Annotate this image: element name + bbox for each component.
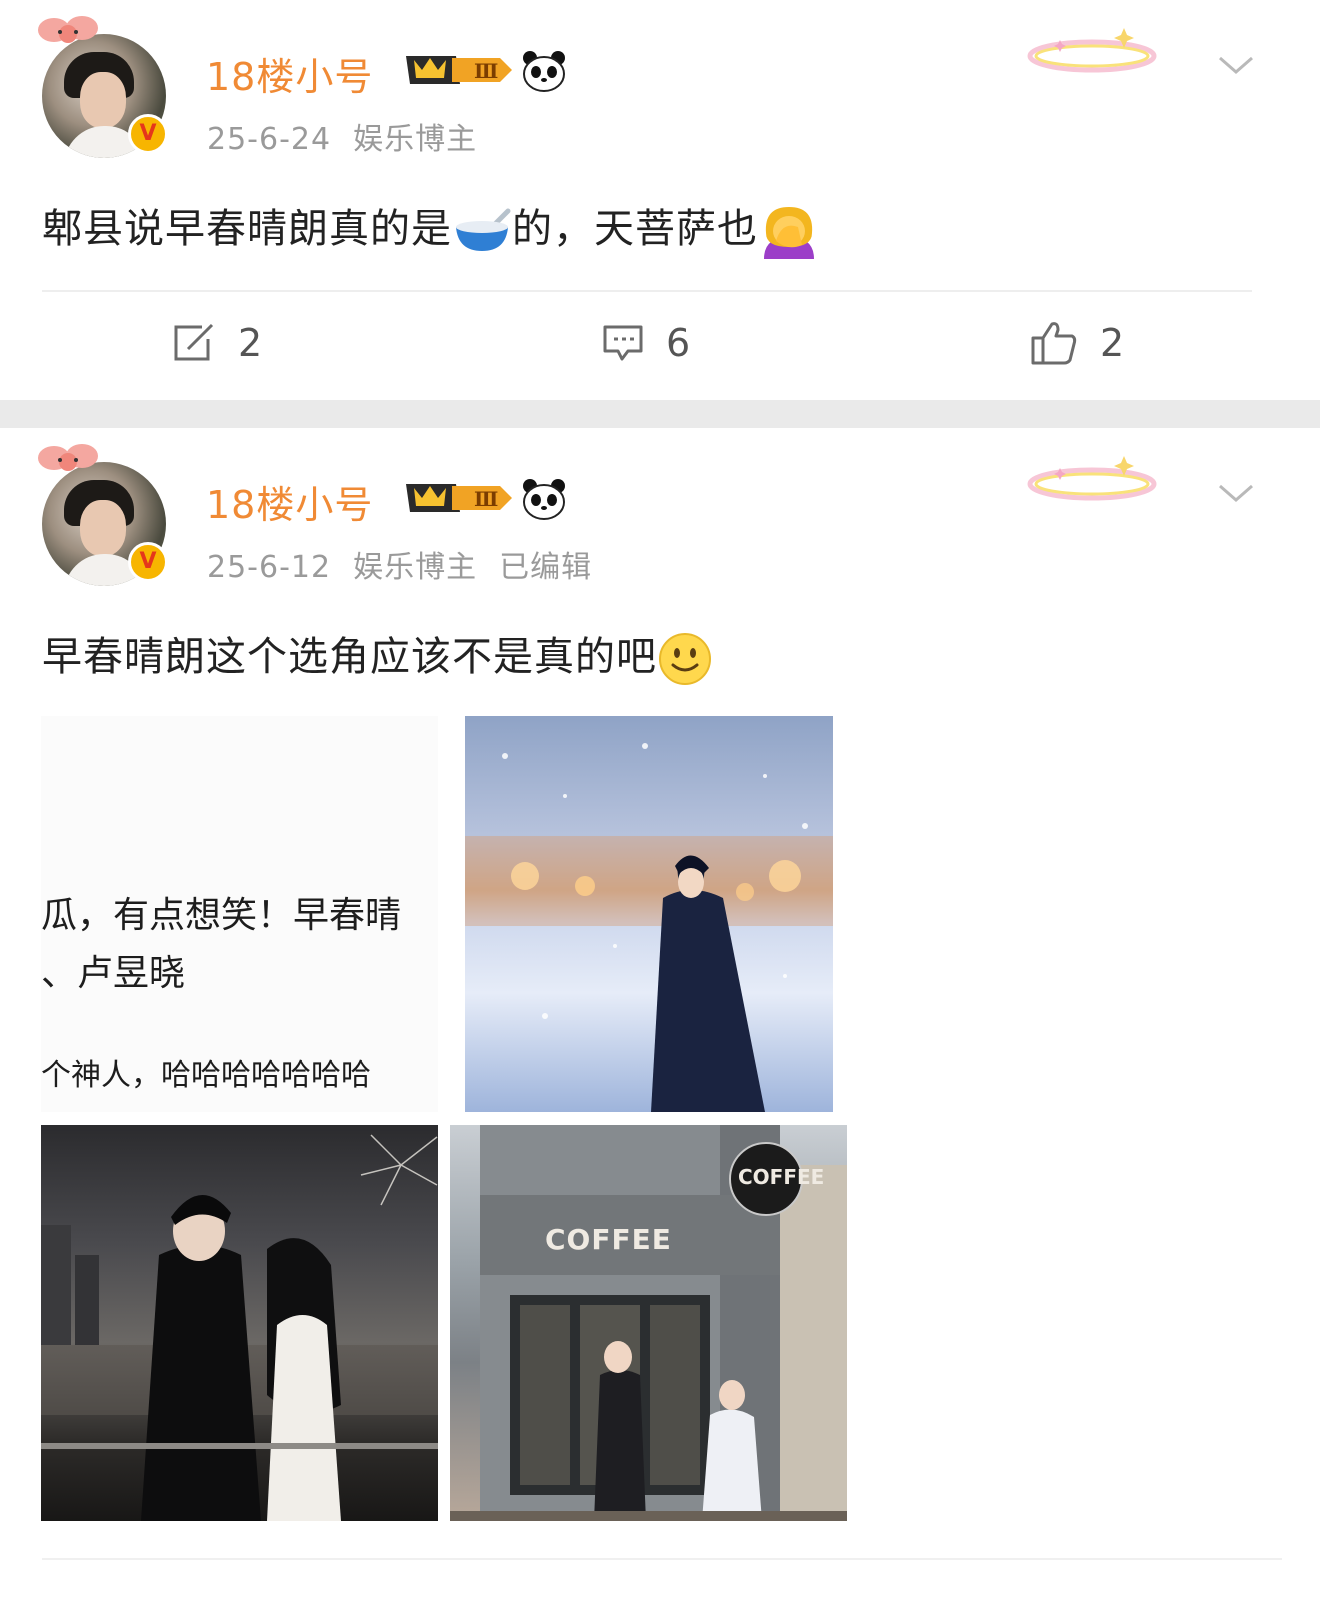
comment-icon [603,325,643,361]
coffee-round-sign-text: COFFEE [738,1165,825,1189]
bow-decoration-icon [38,444,98,471]
vip-level-badge-icon: Ⅲ [406,484,512,512]
couple-illustration [41,1134,438,1521]
screenshot-text-line: 瓜，有点想笑！早春晴 [41,895,402,936]
weibo-post: V 18楼小号 Ⅲ 25-6-12 娱乐博主 已编辑 早春晴朗这个选角应该不是真的吧 [0,428,1320,1600]
verified-badge-icon: V [128,542,168,582]
edited-label: 已编辑 [499,550,593,585]
comment-button[interactable]: 6 [602,318,690,368]
divider [42,290,1252,292]
thumbs-up-icon [1031,322,1077,365]
avatar[interactable]: V [36,10,176,158]
svg-text:Ⅲ: Ⅲ [474,487,498,511]
post-date: 25-6-12 [207,550,332,585]
svg-text:Ⅲ: Ⅲ [474,59,498,83]
like-button[interactable]: 2 [1030,318,1124,368]
sparkle-ring-icon [1027,456,1157,501]
divider [42,1558,1282,1560]
repost-button[interactable]: 2 [172,318,262,368]
snow-illustration [465,743,833,1112]
coffee-sign-text: COFFEE [545,1223,672,1256]
username[interactable]: 18楼小号 [206,46,373,101]
post-text-part: 的，天菩萨也 [512,206,758,252]
sparkle-ring-icon [1027,28,1157,73]
post-separator [0,400,1320,428]
weibo-post: V 18楼小号 Ⅲ 25-6-24 娱乐博主 郫县说早春晴朗真的是 的，天菩萨也 [0,0,1320,400]
comment-count: 6 [666,321,691,365]
bowl-spoon-emoji-icon [456,208,511,251]
couple-fireworks-image[interactable] [41,1125,438,1521]
post-text: 早春晴朗这个选角应该不是真的吧 [42,624,713,687]
post-meta: 25-6-12 娱乐博主 已编辑 [207,542,614,586]
repost-count: 2 [238,321,263,365]
slight-smile-emoji-icon [659,633,711,685]
verified-badge-icon: V [128,114,168,154]
post-image-text-screenshot[interactable]: 瓜，有点想笑！早春晴 、卢昱晓 个神人，哈哈哈哈哈哈哈 [41,716,438,1112]
coffee-shop-couple-image[interactable]: COFFEE COFFEE [450,1125,847,1521]
post-text: 郫县说早春晴朗真的是 的，天菩萨也 [42,196,820,259]
post-text-part: 郫县说早春晴朗真的是 [42,206,452,252]
facepalm-emoji-icon [764,207,814,259]
username[interactable]: 18楼小号 [206,474,373,529]
bow-decoration-icon [38,16,98,43]
post-meta: 25-6-24 娱乐博主 [207,114,499,158]
chevron-down-icon[interactable] [1216,54,1256,78]
avatar[interactable]: V [36,438,176,586]
like-count: 2 [1100,321,1125,365]
post-date: 25-6-24 [207,122,332,157]
panda-icon [523,479,565,520]
screenshot-text-line: 、卢昱晓 [41,953,186,994]
man-in-snow-image[interactable] [465,716,833,1112]
panda-icon [523,51,565,92]
post-text-part: 早春晴朗这个选角应该不是真的吧 [42,634,657,680]
post-category: 娱乐博主 [353,550,478,585]
post-category: 娱乐博主 [353,122,478,157]
screenshot-text-line: 个神人，哈哈哈哈哈哈哈 [41,1058,371,1093]
vip-level-badge-icon: Ⅲ [406,56,512,84]
repost-icon [174,323,214,361]
chevron-down-icon[interactable] [1216,482,1256,506]
